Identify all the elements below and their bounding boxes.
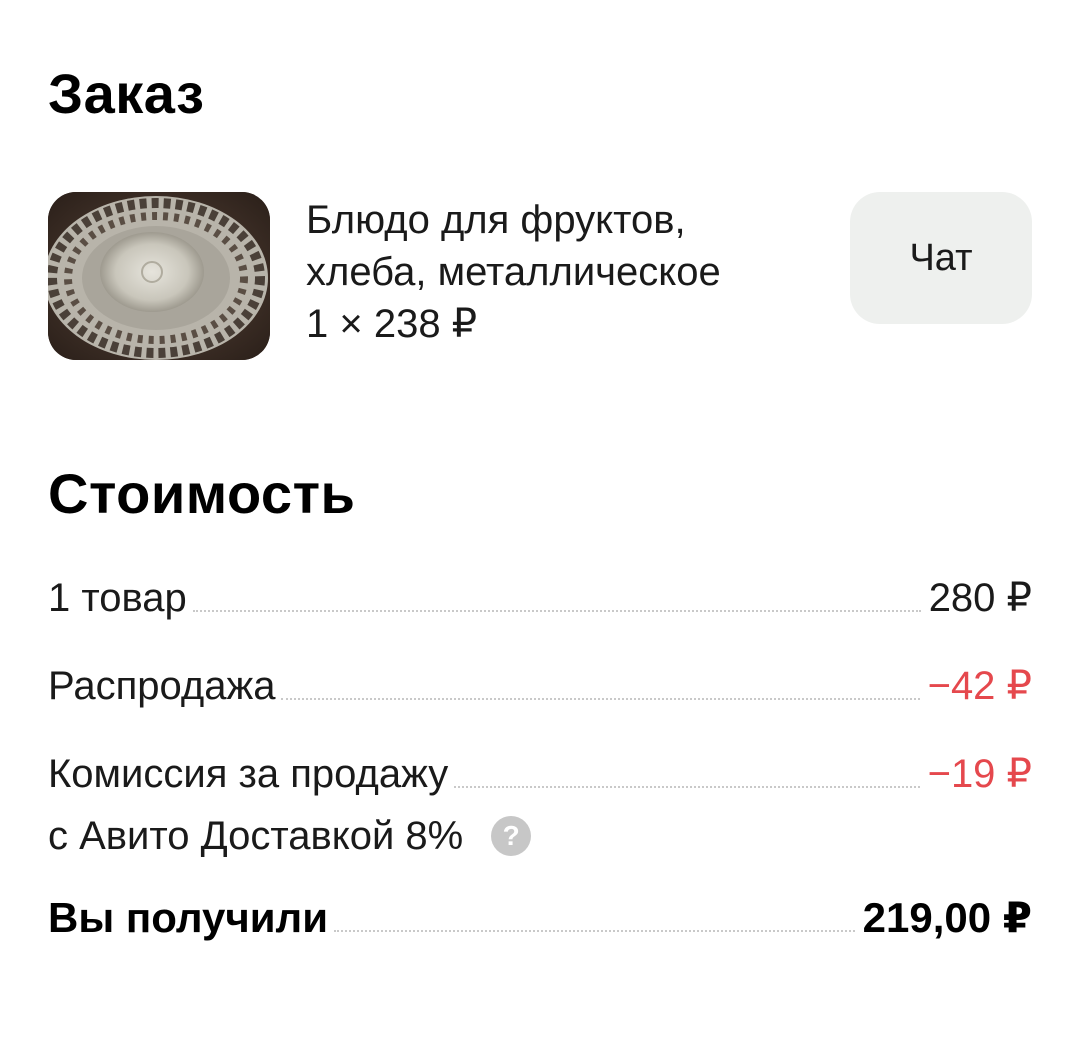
cost-row-value: −19 ₽ — [927, 752, 1032, 796]
total-value: 219,00 ₽ — [862, 894, 1032, 941]
cost-title: Стоимость — [48, 462, 356, 525]
commission-description: с Авито Доставкой 8% — [48, 814, 464, 858]
cost-row-value: 280 ₽ — [928, 576, 1032, 620]
item-name-line2: хлеба, металлическое — [306, 250, 721, 294]
chat-button[interactable]: Чат — [850, 192, 1032, 324]
product-thumbnail[interactable] — [48, 192, 270, 360]
total-label: Вы получили — [48, 894, 329, 941]
dotted-leader — [454, 786, 920, 788]
cost-row-commission: Комиссия за продажу −19 ₽ — [48, 750, 1032, 798]
item-name-line1: Блюдо для фруктов, — [306, 198, 686, 242]
order-item-info: Блюдо для фруктов, хлеба, металлическое … — [306, 194, 826, 350]
cost-row-value: −42 ₽ — [927, 664, 1032, 708]
item-price: 1 × 238 ₽ — [306, 302, 478, 346]
dotted-leader — [192, 610, 921, 612]
cost-row-label: 1 товар — [48, 576, 187, 620]
cost-row-label: Распродажа — [48, 664, 276, 708]
help-icon[interactable]: ? — [491, 816, 532, 856]
commission-label-line2: с Авито Доставкой 8% ? — [48, 810, 532, 862]
cost-row-label: Комиссия за продажу — [48, 752, 449, 796]
cost-row-goods: 1 товар 280 ₽ — [48, 574, 1032, 622]
order-title: Заказ — [48, 62, 205, 125]
dotted-leader — [334, 930, 855, 932]
cost-row-sale: Распродажа −42 ₽ — [48, 662, 1032, 710]
dotted-leader — [281, 698, 920, 700]
cost-row-total: Вы получили 219,00 ₽ — [48, 894, 1032, 942]
